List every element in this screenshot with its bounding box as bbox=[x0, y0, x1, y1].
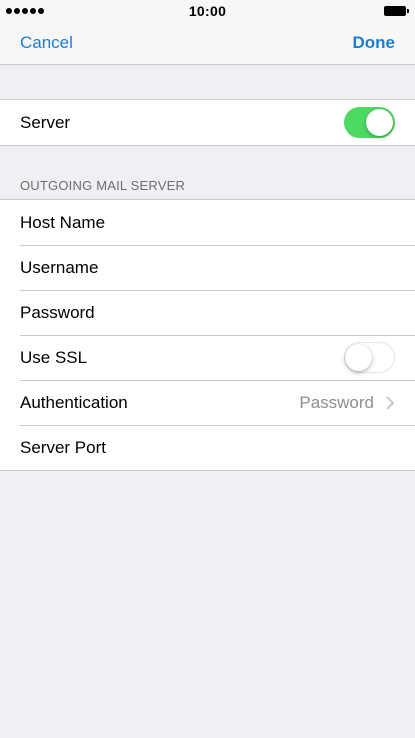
server-label: Server bbox=[20, 112, 71, 132]
toggle-knob bbox=[345, 344, 372, 371]
authentication-value: Password bbox=[299, 392, 374, 412]
cancel-button[interactable]: Cancel bbox=[20, 33, 73, 53]
chevron-right-icon bbox=[386, 396, 394, 409]
username-label: Username bbox=[20, 257, 99, 277]
host-name-label: Host Name bbox=[20, 212, 106, 232]
navigation-bar: Cancel Done bbox=[0, 22, 415, 65]
section-header-outgoing: OUTGOING MAIL SERVER bbox=[20, 178, 186, 193]
server-port-row[interactable]: Server Port bbox=[0, 425, 415, 470]
outgoing-server-group: Host Name Username Password Use SSL Auth… bbox=[0, 199, 415, 471]
password-label: Password bbox=[20, 302, 95, 322]
battery-icon bbox=[384, 6, 409, 16]
use-ssl-toggle[interactable] bbox=[344, 342, 395, 373]
authentication-row[interactable]: Authentication Password bbox=[0, 380, 415, 425]
server-toggle[interactable] bbox=[344, 107, 395, 138]
server-group: Server bbox=[0, 99, 415, 146]
status-time: 10:00 bbox=[188, 3, 227, 19]
username-row[interactable]: Username bbox=[0, 245, 415, 290]
authentication-label: Authentication bbox=[20, 392, 128, 412]
use-ssl-label: Use SSL bbox=[20, 347, 88, 367]
password-row[interactable]: Password bbox=[0, 290, 415, 335]
host-name-row[interactable]: Host Name bbox=[0, 200, 415, 245]
done-button[interactable]: Done bbox=[353, 33, 396, 53]
use-ssl-row[interactable]: Use SSL bbox=[0, 335, 415, 380]
server-row[interactable]: Server bbox=[0, 100, 415, 145]
status-bar: 10:00 bbox=[0, 0, 415, 22]
server-port-label: Server Port bbox=[20, 437, 106, 457]
toggle-knob bbox=[366, 109, 393, 136]
